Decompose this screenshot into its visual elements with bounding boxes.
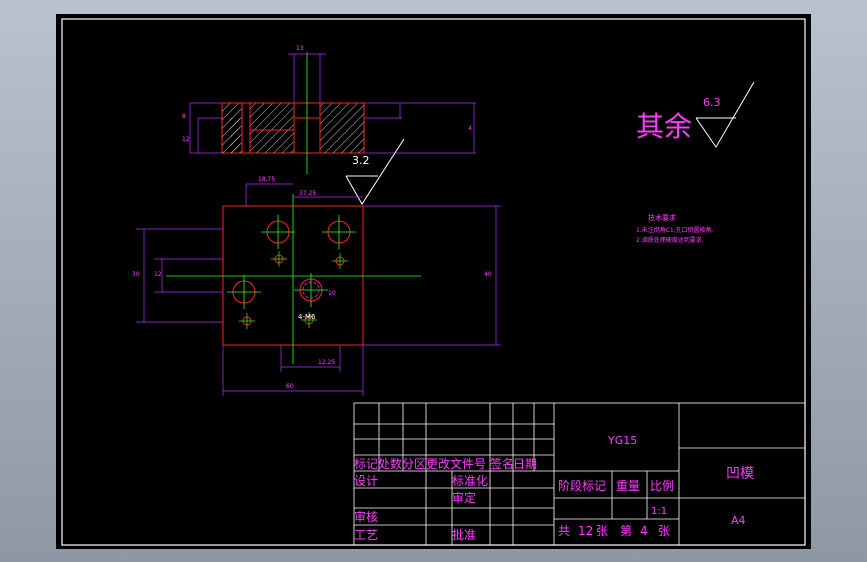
section-hatch-2 — [250, 103, 294, 153]
tb-sheet-unit: 张 — [596, 524, 608, 538]
dim-hole-small: 10 — [328, 290, 336, 297]
drawing-canvas: 13 8 12 4 3.2 4-M6 10 18.75 37.25 30 12 … — [61, 18, 806, 546]
tb-total-count: 12 — [578, 524, 593, 538]
dim-hole-label: 4-M6 — [298, 313, 316, 321]
tb-scale: 比例 — [650, 479, 674, 493]
notes-title: 技术要求 — [648, 213, 676, 222]
tb-sheet-num: 4 — [640, 524, 648, 538]
tb-design: 设计 — [354, 474, 378, 488]
tb-header-change: 更改文件号 — [426, 456, 486, 471]
tb-stage-mark: 阶段标记 — [558, 478, 606, 493]
tb-header-sign: 签名 — [490, 456, 514, 471]
section-hatch-4 — [230, 118, 240, 153]
section-hole-left — [241, 102, 251, 154]
tb-total-label: 共 — [558, 524, 570, 538]
section-view: 13 8 12 4 3.2 — [182, 45, 476, 205]
tb-sheet-label: 第 — [620, 524, 632, 538]
tb-header-count: 处数 — [378, 456, 402, 471]
dim-left-height-2: 12 — [154, 271, 162, 278]
tb-weight: 重量 — [616, 479, 640, 493]
surface-roughness-note: 其余 6.3 — [636, 81, 755, 148]
dim-right-small: 4 — [468, 125, 472, 132]
roughness-local-value: 3.2 — [352, 154, 370, 167]
tb-scale-value: 1:1 — [651, 506, 667, 517]
roughness-main-text: 其余 — [636, 110, 692, 143]
tb-header-mark: 标记 — [354, 457, 378, 471]
dim-left-height-1: 30 — [132, 271, 140, 278]
dim-left-small-2: 12 — [182, 136, 190, 143]
dim-12-25: 12.25 — [318, 359, 335, 366]
dim-bottom-width: 60 — [286, 383, 294, 390]
technical-notes: 技术要求 1.未注倒角C1,孔口倒圆棱角. 2.调质处理硬度达到要求. — [636, 213, 714, 244]
tb-part-name: 凹模 — [726, 466, 754, 482]
cad-viewport[interactable]: 13 8 12 4 3.2 4-M6 10 18.75 37.25 30 12 … — [56, 14, 811, 549]
tb-sheet-unit2: 张 — [658, 524, 670, 538]
tb-paper: A4 — [731, 514, 746, 527]
tb-header-zone: 分区 — [402, 457, 426, 471]
dim-left-small-1: 8 — [182, 113, 186, 120]
tb-process: 工艺 — [354, 528, 378, 542]
tb-approve: 批准 — [452, 527, 476, 542]
dim-18-75: 18.75 — [258, 176, 275, 183]
dim-right-height: 40 — [484, 271, 492, 278]
tb-review: 审核 — [354, 509, 378, 524]
notes-line2: 2.调质处理硬度达到要求. — [636, 236, 704, 244]
notes-line1: 1.未注倒角C1,孔口倒圆棱角. — [636, 226, 714, 234]
dim-37-25: 37.25 — [299, 190, 316, 197]
tb-header-date: 日期 — [513, 457, 537, 471]
plan-view: 4-M6 10 18.75 37.25 30 12 40 12.25 60 — [132, 176, 501, 396]
section-hatch-3 — [320, 103, 364, 153]
tb-check: 审定 — [452, 490, 476, 505]
dim-top-width: 13 — [296, 45, 304, 52]
tb-standardize: 标准化 — [452, 474, 488, 488]
roughness-main-value: 6.3 — [703, 96, 721, 109]
roughness-main-symbol — [695, 81, 755, 148]
tb-material: YG15 — [607, 434, 637, 447]
